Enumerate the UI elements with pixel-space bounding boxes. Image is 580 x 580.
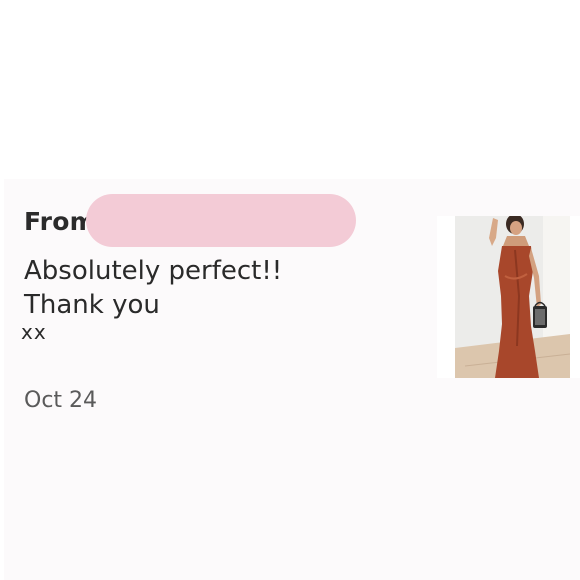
- message-signoff: xx: [21, 320, 47, 344]
- review-date: Oct 24: [24, 388, 98, 413]
- review-message: Absolutely perfect!! Thank you xx: [21, 254, 283, 344]
- review-screen: From Absolutely perfect!! Thank you xx O…: [0, 0, 580, 580]
- message-line-1: Absolutely perfect!!: [24, 256, 283, 286]
- message-line-2: Thank you: [24, 290, 160, 320]
- product-photo[interactable]: [455, 216, 570, 378]
- redacted-username: [86, 194, 356, 247]
